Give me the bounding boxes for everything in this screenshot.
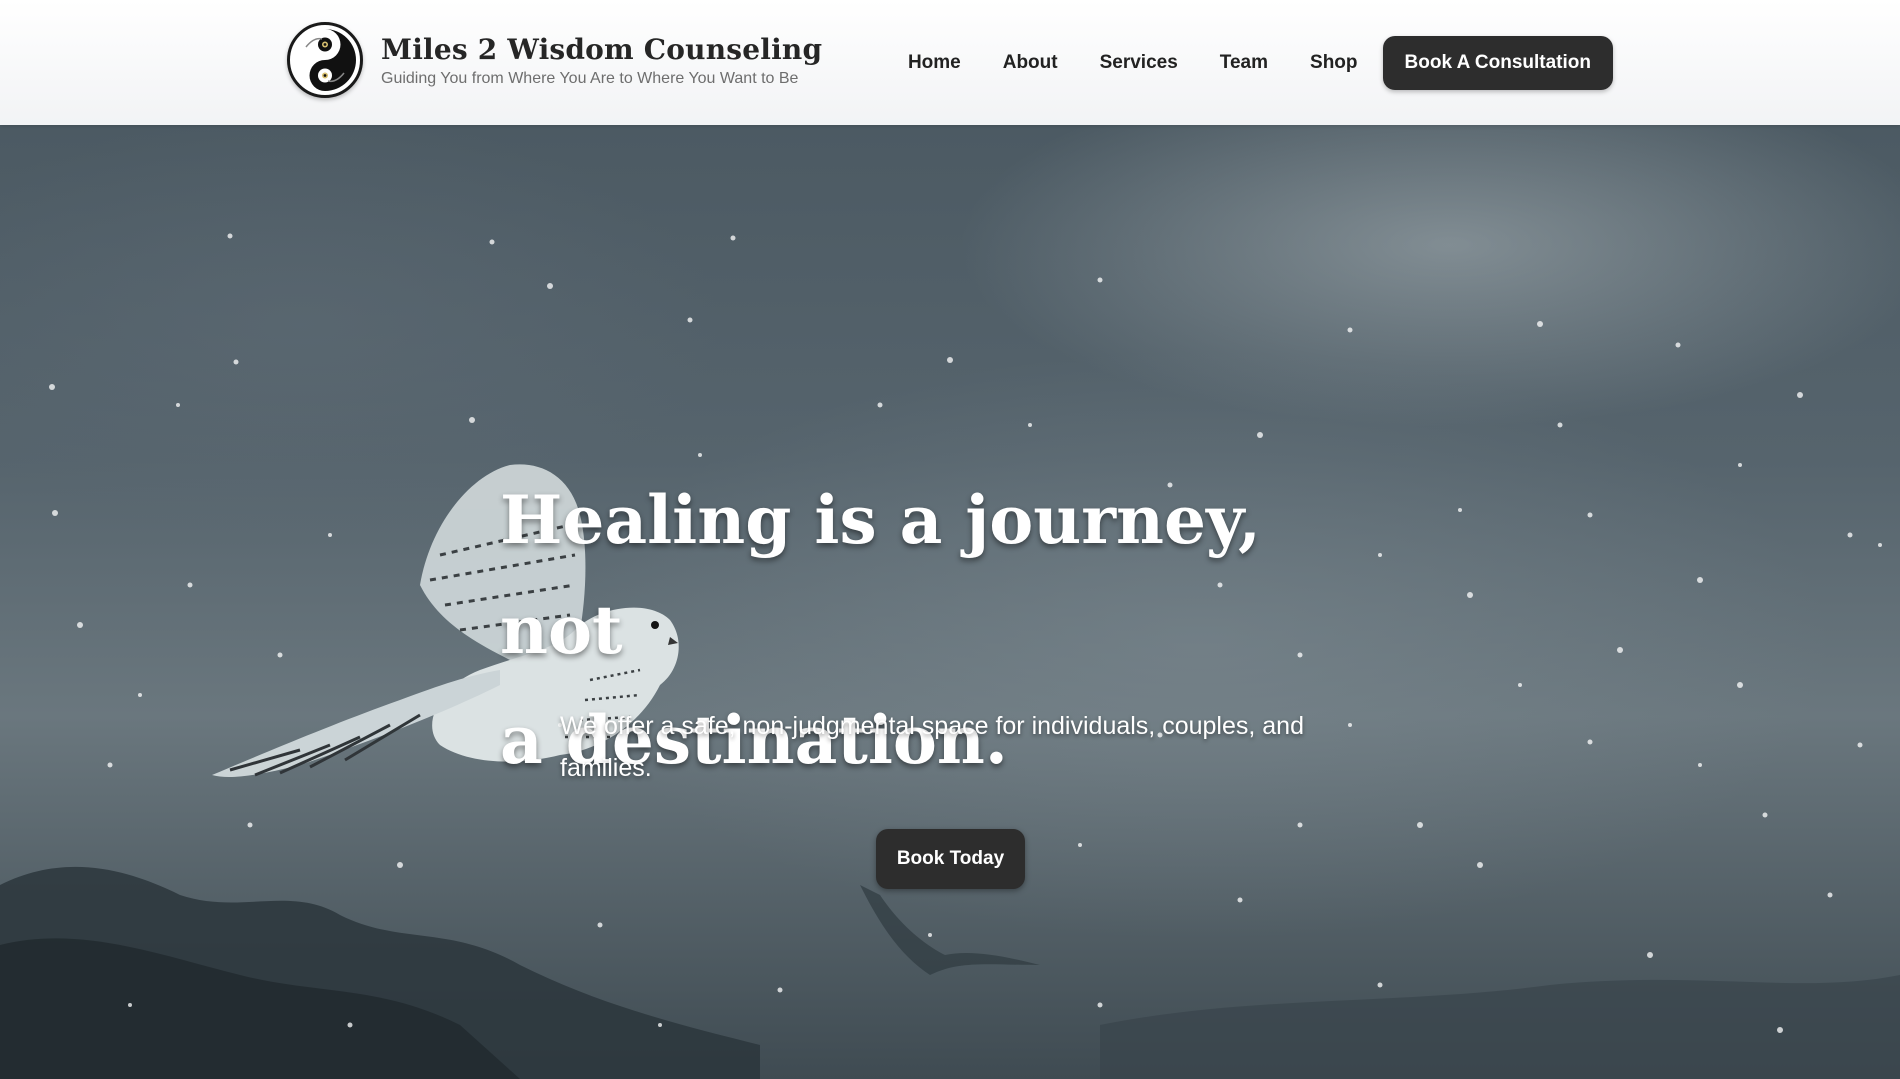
hero-subtitle: We offer a safe, non-judgmental space fo… — [560, 712, 1304, 782]
hero-section: Healing is a journey, not a destination.… — [0, 125, 1900, 1079]
nav-team[interactable]: Team — [1220, 52, 1268, 74]
owl-yin-yang-logo-icon[interactable] — [287, 22, 363, 98]
site-title[interactable]: Miles 2 Wisdom Counseling — [381, 33, 822, 66]
book-consultation-button[interactable]: Book A Consultation — [1382, 36, 1613, 90]
site-tagline: Guiding You from Where You Are to Where … — [381, 69, 799, 87]
main-nav: Home About Services Team Shop Book A Con… — [908, 36, 1613, 90]
nav-about[interactable]: About — [1003, 52, 1058, 74]
hero-title-line1: Healing is a journey, not — [500, 481, 1261, 669]
brand-text: Miles 2 Wisdom Counseling Guiding You fr… — [381, 33, 822, 88]
nav-services[interactable]: Services — [1100, 52, 1178, 74]
site-header: Miles 2 Wisdom Counseling Guiding You fr… — [0, 0, 1900, 125]
nav-home[interactable]: Home — [908, 52, 961, 74]
brand[interactable]: Miles 2 Wisdom Counseling Guiding You fr… — [287, 22, 822, 98]
book-today-button[interactable]: Book Today — [876, 829, 1025, 889]
nav-shop[interactable]: Shop — [1310, 52, 1358, 74]
